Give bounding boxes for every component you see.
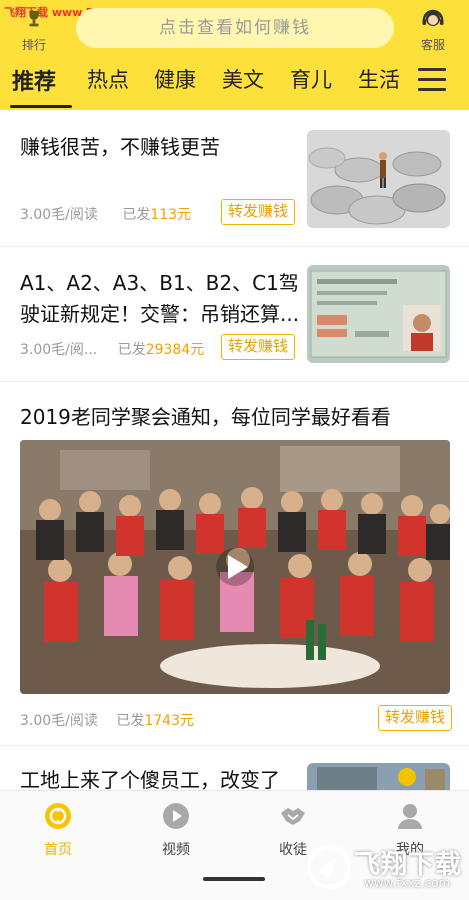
tab-hot[interactable]: 热点 — [87, 64, 129, 94]
trophy-icon — [29, 10, 39, 27]
tab-essay[interactable]: 美文 — [222, 64, 264, 94]
nav-home[interactable]: 首页 — [28, 801, 88, 859]
article-thumbnail[interactable] — [307, 130, 450, 228]
app-header: 飞翔下载 www.FXXZ.com 排行 点击查看如何赚钱 客服 推荐 热点 健… — [0, 0, 469, 110]
system-home-indicator[interactable] — [203, 877, 265, 881]
headset-icon — [422, 9, 444, 26]
divider — [0, 745, 469, 746]
share-earn-button[interactable]: 转发赚钱 — [378, 705, 453, 731]
divider — [0, 246, 469, 247]
sent-label: 已发 — [122, 207, 151, 223]
sent-amount: 113元 — [150, 207, 192, 223]
nav-home-label: 首页 — [44, 842, 72, 858]
home-icon — [45, 803, 71, 829]
article-thumbnail[interactable] — [307, 265, 450, 363]
article-video-cover[interactable] — [20, 440, 450, 694]
license-image — [307, 265, 450, 363]
handshake-icon — [281, 808, 305, 825]
article-meta: 3.00毛/阅读 已发1743元 — [20, 710, 194, 730]
article-thumbnail[interactable] — [307, 763, 450, 793]
construction-image — [307, 763, 450, 793]
read-rate: 3.00毛/阅读 — [20, 207, 98, 223]
service-label: 客服 — [420, 38, 445, 52]
sent-label: 已发 — [117, 342, 146, 358]
article-title[interactable]: A1、A2、A3、B1、B2、C1驾 驶证新规定！交警：吊销还算... — [20, 268, 299, 330]
watermark-bottom: 飞翔下载 www.fxxz.com — [304, 840, 462, 894]
rank-label: 排行 — [21, 38, 46, 52]
video-play-icon — [163, 803, 189, 829]
rank-button[interactable]: 排行 — [14, 8, 54, 53]
title-line: 驶证新规定！交警：吊销还算... — [20, 302, 300, 326]
profile-icon — [398, 804, 422, 829]
reunion-photo — [20, 440, 450, 694]
customer-service-button[interactable]: 客服 — [412, 6, 454, 53]
read-rate: 3.00毛/阅... — [20, 342, 98, 358]
sent-amount: 1743元 — [144, 713, 194, 729]
article-title[interactable]: 2019老同学聚会通知，每位同学最好看看 — [20, 402, 391, 433]
tab-recommend[interactable]: 推荐 — [12, 64, 56, 96]
article-meta: 3.00毛/阅... 已发29384元 — [20, 339, 204, 359]
sent-amount: 29384元 — [145, 342, 205, 358]
category-tabs: 推荐 热点 健康 美文 育儿 生活 — [0, 60, 469, 108]
nav-video[interactable]: 视频 — [146, 801, 206, 859]
article-title[interactable]: 赚钱很苦，不赚钱更苦 — [20, 132, 220, 163]
sent-label: 已发 — [116, 713, 145, 729]
tab-health[interactable]: 健康 — [154, 64, 196, 94]
nav-video-label: 视频 — [162, 842, 190, 858]
watermark-logo-icon — [307, 845, 351, 889]
share-earn-button[interactable]: 转发赚钱 — [221, 334, 296, 360]
search-bar[interactable]: 点击查看如何赚钱 — [76, 8, 394, 48]
tab-life[interactable]: 生活 — [358, 64, 400, 94]
title-line: A1、A2、A3、B1、B2、C1驾 — [20, 271, 299, 295]
coins-image — [307, 130, 450, 228]
watermark-url: www.fxxz.com — [364, 876, 451, 890]
read-rate: 3.00毛/阅读 — [20, 713, 98, 729]
menu-icon[interactable] — [418, 68, 446, 92]
tab-parenting[interactable]: 育儿 — [290, 64, 332, 94]
article-meta: 3.00毛/阅读 已发113元 — [20, 204, 191, 224]
share-earn-button[interactable]: 转发赚钱 — [221, 199, 296, 225]
active-tab-indicator — [10, 105, 72, 108]
divider — [0, 381, 469, 382]
